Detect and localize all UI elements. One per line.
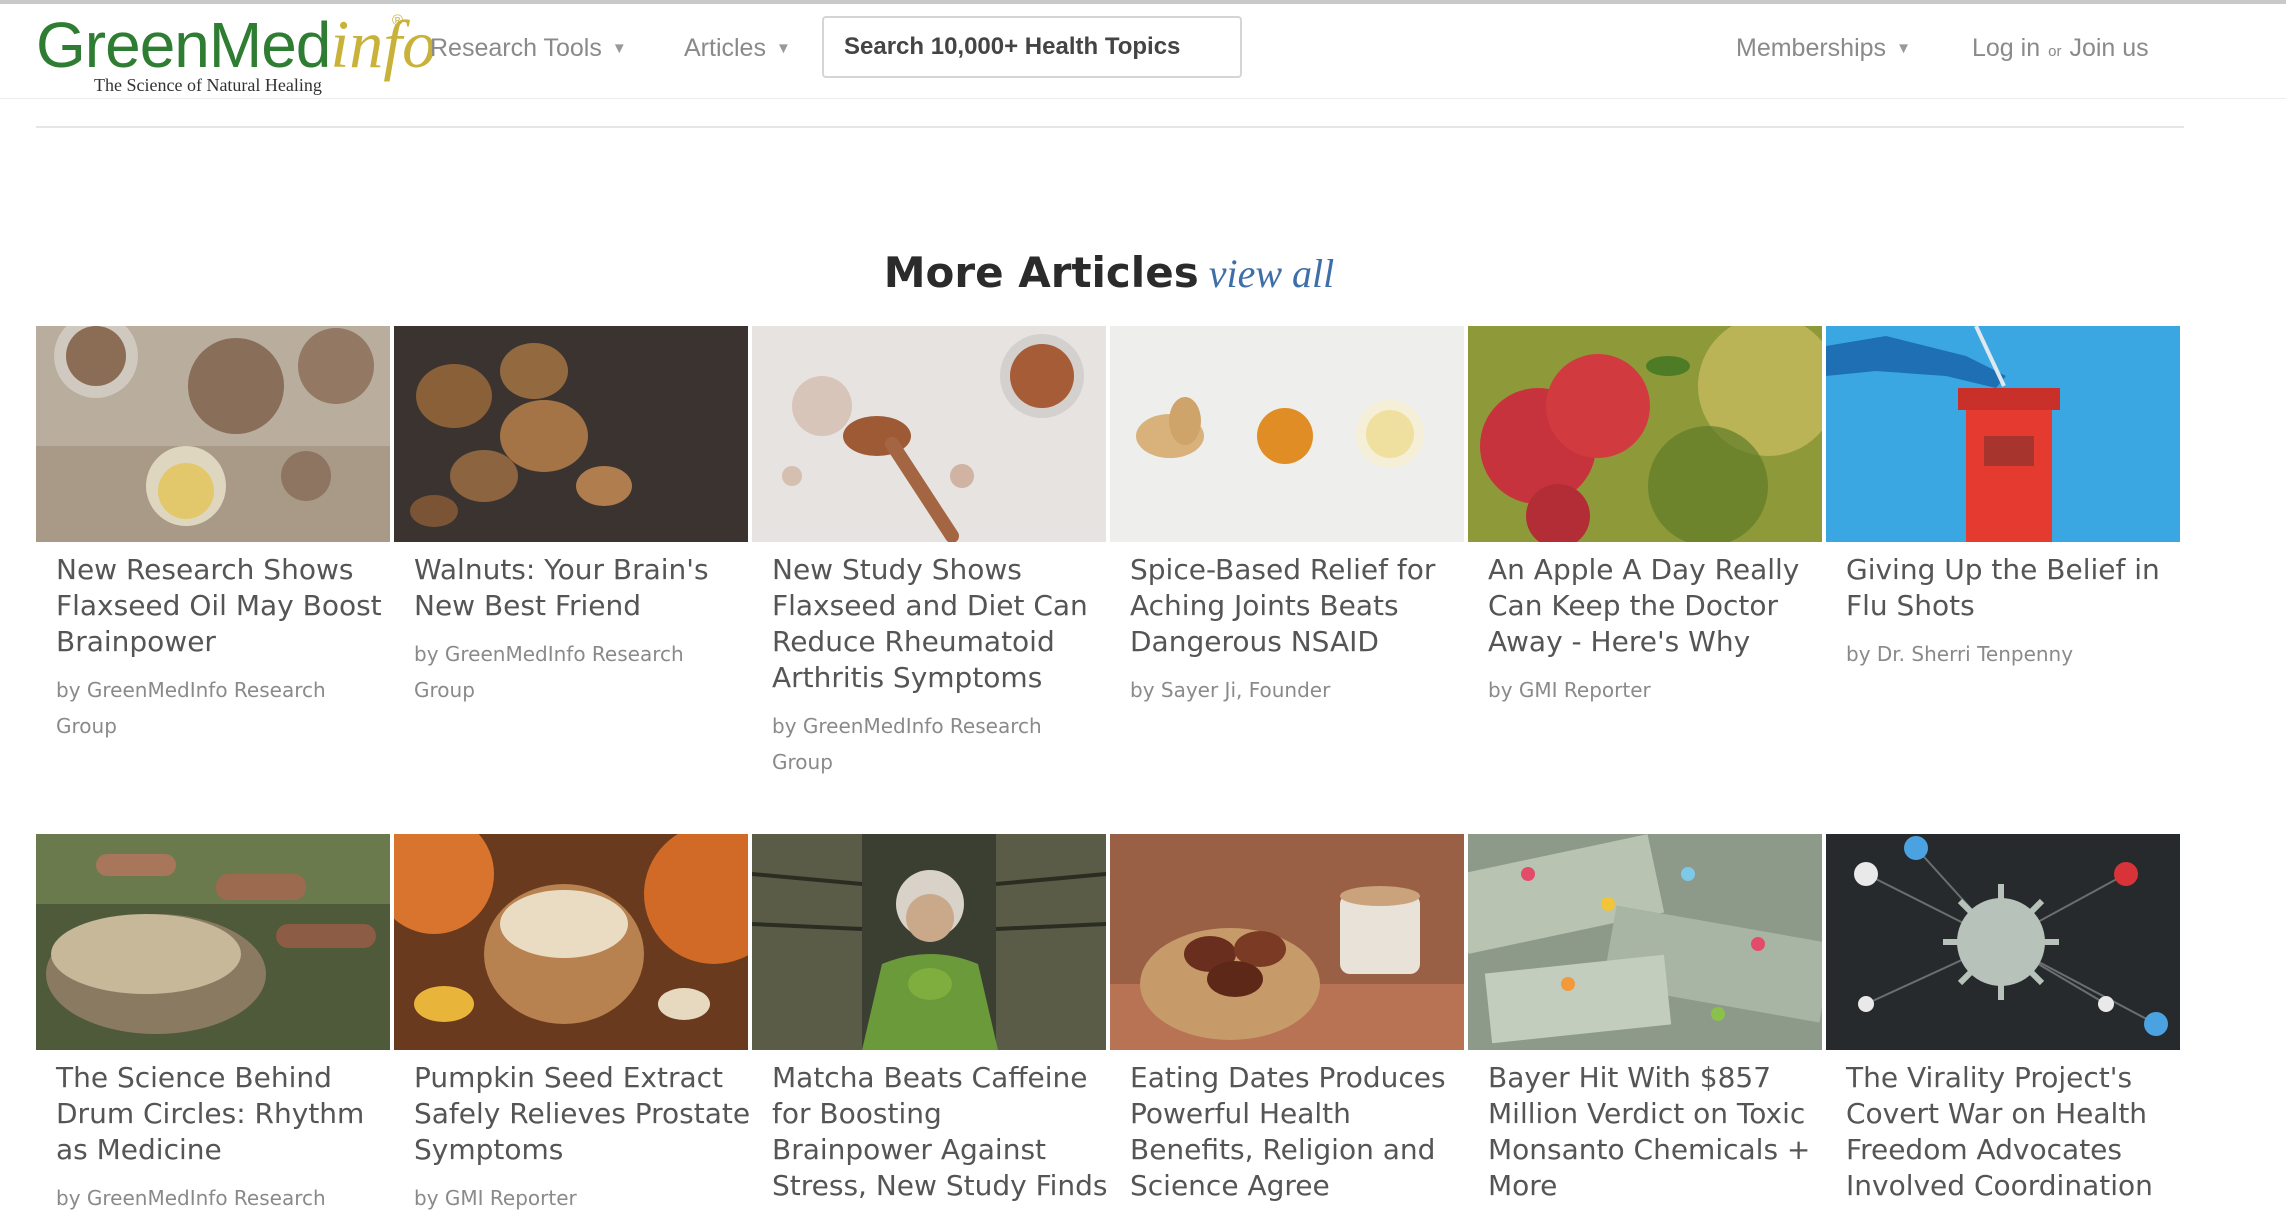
nav-articles-label: Articles — [684, 34, 766, 62]
matcha-image[interactable] — [752, 834, 1106, 1050]
join-link[interactable]: Join us — [2069, 34, 2148, 62]
article-title[interactable]: The Virality Project's Covert War on Heal… — [1846, 1060, 2166, 1204]
article-title[interactable]: An Apple A Day Really Can Keep the Doctor… — [1488, 552, 1808, 660]
article-title[interactable]: Matcha Beats Caffeine for Boosting Brainpo… — [772, 1060, 1108, 1204]
ginger-turmeric-image[interactable] — [1110, 326, 1464, 542]
sharps-container-image[interactable] — [1826, 326, 2180, 542]
apples-image[interactable] — [1468, 326, 1822, 542]
logo-green-text: GreenMed — [36, 9, 331, 81]
article-title[interactable]: Walnuts: Your Brain's New Best Friend — [414, 552, 734, 624]
article-title[interactable]: Spice-Based Relief for Aching Joints Beat… — [1130, 552, 1450, 660]
nav-articles[interactable]: Articles ▼ — [684, 34, 791, 63]
section-title: More Articles — [883, 248, 1199, 297]
dates-image[interactable] — [1110, 834, 1464, 1050]
article-author: by GreenMedInfo Research Group — [56, 678, 326, 738]
walnuts-image[interactable] — [394, 326, 748, 542]
content-divider — [36, 126, 2184, 128]
article-title[interactable]: Pumpkin Seed Extract Safely Relieves Pros… — [414, 1060, 750, 1168]
nav-memberships-label: Memberships — [1736, 34, 1887, 62]
greenmedinfo-logo[interactable]: GreenMedinfo ® The Science of Natural He… — [36, 10, 436, 98]
virus-network-image[interactable] — [1826, 834, 2180, 1050]
article-author: by GreenMedInfo Research Group — [414, 642, 684, 702]
chevron-down-icon: ▼ — [775, 40, 791, 57]
logo-info-text: info — [330, 6, 437, 82]
drum-circle-image[interactable] — [36, 834, 390, 1050]
article-author: by GreenMedInfo Research Group — [772, 714, 1042, 774]
site-header: GreenMedinfo ® The Science of Natural He… — [0, 4, 2286, 99]
or-text: or — [2048, 43, 2062, 60]
more-articles-heading: More Articles view all — [0, 248, 2218, 297]
login-link[interactable]: Log in — [1972, 34, 2040, 62]
article-title[interactable]: New Research Shows Flaxseed Oil May Boost… — [56, 552, 382, 660]
article-author: by Sayer Ji, Founder — [1130, 678, 1331, 702]
article-title[interactable]: Eating Dates Produces Powerful Health Bene… — [1130, 1060, 1450, 1204]
article-author: by GreenMedInfo Research — [56, 1186, 326, 1210]
logo-tagline: The Science of Natural Healing — [94, 75, 322, 95]
nav-research-tools-label: Research Tools — [430, 34, 602, 62]
flaxseed-spoon-image[interactable] — [752, 326, 1106, 542]
flaxseed-oil-image[interactable] — [36, 326, 390, 542]
money-pills-image[interactable] — [1468, 834, 1822, 1050]
article-title[interactable]: Bayer Hit With $857 Million Verdict on To… — [1488, 1060, 1810, 1204]
chevron-down-icon: ▼ — [611, 40, 627, 57]
article-author: by GMI Reporter — [1488, 678, 1651, 702]
pumpkin-seeds-image[interactable] — [394, 834, 748, 1050]
article-author: by GMI Reporter — [414, 1186, 577, 1210]
article-title[interactable]: New Study Shows Flaxseed and Diet Can Redu… — [772, 552, 1092, 696]
article-author: by Dr. Sherri Tenpenny — [1846, 642, 2074, 666]
nav-research-tools[interactable]: Research Tools ▼ — [430, 34, 627, 63]
article-title[interactable]: Giving Up the Belief in Flu Shots — [1846, 552, 2166, 624]
nav-memberships[interactable]: Memberships ▼ — [1736, 34, 1911, 63]
registered-mark: ® — [392, 12, 404, 29]
logo-wordmark: GreenMedinfo — [36, 10, 436, 78]
login-join: Log in or Join us — [1972, 34, 2149, 63]
article-title[interactable]: The Science Behind Drum Circles: Rhythm as… — [56, 1060, 376, 1168]
view-all-link[interactable]: view all — [1209, 251, 1335, 296]
chevron-down-icon: ▼ — [1896, 40, 1911, 57]
search-input[interactable] — [822, 16, 1242, 78]
